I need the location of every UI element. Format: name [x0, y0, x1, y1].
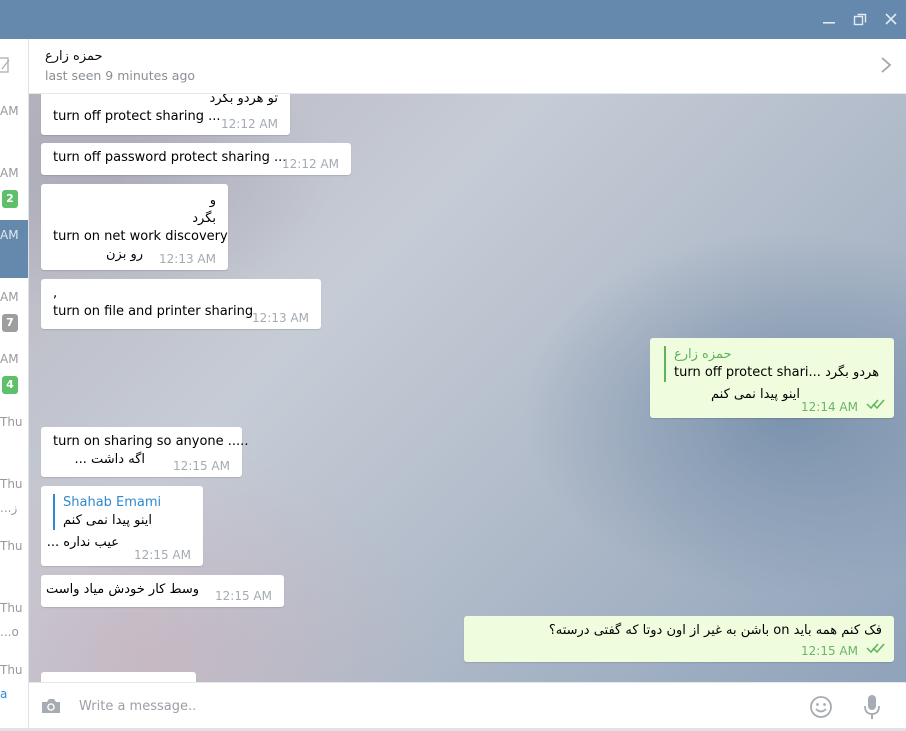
- dialog-time: AM: [0, 228, 19, 242]
- minimize-icon[interactable]: [821, 10, 837, 28]
- last-seen-status: last seen 9 minutes ago: [45, 68, 196, 83]
- message-text: اینو پیدا نمی کنم: [711, 387, 800, 402]
- message-time: 12:13 AM: [159, 252, 216, 266]
- message-time: 12:15 AM: [134, 548, 191, 562]
- dialog-time: AM: [0, 290, 19, 304]
- contact-name[interactable]: حمزه زارع: [45, 49, 103, 64]
- message-bubble[interactable]: وسط کار خودش میاد واست 12:15 AM: [41, 575, 284, 607]
- message-bubble[interactable]: تو هردو بگرد turn off protect sharing ..…: [41, 94, 290, 135]
- dialog-time: Thu: [0, 663, 23, 677]
- dialog-time: Thu: [0, 415, 23, 429]
- message-text: بگرد: [192, 211, 216, 226]
- compose-icon[interactable]: [0, 55, 14, 75]
- message-time: 12:12 AM: [221, 117, 278, 131]
- dialog-time: AM: [0, 352, 19, 366]
- dialog-time: Thu: [0, 477, 23, 491]
- message-text: وسط کار خودش میاد واست: [45, 582, 199, 597]
- window-titlebar: [0, 0, 906, 39]
- dialog-time: Thu: [0, 601, 23, 615]
- emoji-icon[interactable]: [809, 695, 833, 719]
- unread-badge: 2: [2, 190, 18, 208]
- reply-preview[interactable]: Shahab Emami اینو پیدا نمی کنم: [53, 494, 191, 530]
- reply-author: Shahab Emami: [63, 495, 162, 510]
- reply-text: اینو پیدا نمی کنم: [63, 513, 152, 528]
- unread-badge: 4: [2, 376, 18, 394]
- dialog-snippet: ...ز: [0, 501, 18, 515]
- message-time: 12:13 AM: [252, 311, 309, 325]
- camera-icon[interactable]: [40, 697, 62, 715]
- restore-icon[interactable]: [852, 10, 868, 28]
- message-text: تو هردو بگرد: [209, 94, 278, 106]
- message-bubble[interactable]: turn off password protect sharing ... 12…: [41, 143, 351, 175]
- message-text: عیب نداره ...: [46, 535, 119, 550]
- message-text: و: [209, 193, 216, 208]
- dialogs-sidebar: AM AM 2 AM AM 7 AM 4 Thu Thu ...ز Thu Th…: [0, 39, 29, 731]
- dialog-time: AM: [0, 166, 19, 180]
- message-composer: [29, 682, 906, 731]
- message-time: 12:12 AM: [282, 157, 339, 171]
- dialog-time: Thu: [0, 539, 23, 553]
- microphone-icon[interactable]: [863, 694, 881, 720]
- message-time: 12:15 AM: [173, 459, 230, 473]
- message-text: ,: [53, 286, 58, 301]
- message-input[interactable]: [79, 695, 779, 717]
- double-check-icon: [866, 642, 886, 657]
- message-time: 12:15 AM: [215, 589, 272, 603]
- message-bubble[interactable]: turn on sharing so anyone ..... اگه داشت…: [41, 427, 249, 477]
- message-bubble[interactable]: [41, 672, 196, 682]
- message-bubble[interactable]: و بگرد turn on net work discovery رو بزن…: [41, 184, 228, 270]
- message-time: 12:15 AM: [801, 644, 858, 658]
- message-text: turn on sharing so anyone .....: [53, 434, 249, 449]
- reply-author: حمزه زارع: [674, 347, 732, 362]
- message-time: 12:14 AM: [801, 400, 858, 414]
- message-history[interactable]: تو هردو بگرد turn off protect sharing ..…: [29, 94, 906, 682]
- chat-header[interactable]: حمزه زارع last seen 9 minutes ago: [29, 39, 906, 94]
- message-bubble-outgoing[interactable]: فک کنم همه باید on باشن به غیر از اون دو…: [464, 616, 894, 662]
- chevron-right-icon[interactable]: [878, 55, 894, 75]
- message-text: اگه داشت ...: [74, 452, 146, 467]
- unread-badge: 7: [2, 314, 18, 332]
- message-text: رو بزن: [105, 247, 143, 262]
- message-text: فک کنم همه باید on باشن به غیر از اون دو…: [548, 623, 882, 638]
- dialog-snippet: ...o: [0, 625, 19, 639]
- reply-text: turn off protect shari... تو هردو بگرد: [674, 365, 880, 380]
- message-bubble-outgoing[interactable]: حمزه زارع turn off protect shari... تو ه…: [650, 338, 894, 418]
- dialog-time: AM: [0, 104, 19, 118]
- message-text: turn on net work discovery: [53, 229, 228, 244]
- close-icon[interactable]: [883, 10, 899, 28]
- message-bubble[interactable]: , turn on file and printer sharing 12:13…: [41, 279, 321, 329]
- double-check-icon: [866, 398, 886, 413]
- message-bubble[interactable]: Shahab Emami اینو پیدا نمی کنم عیب نداره…: [41, 486, 203, 566]
- dialog-snippet: a: [0, 687, 8, 701]
- reply-preview[interactable]: حمزه زارع turn off protect shari... تو ه…: [664, 346, 880, 382]
